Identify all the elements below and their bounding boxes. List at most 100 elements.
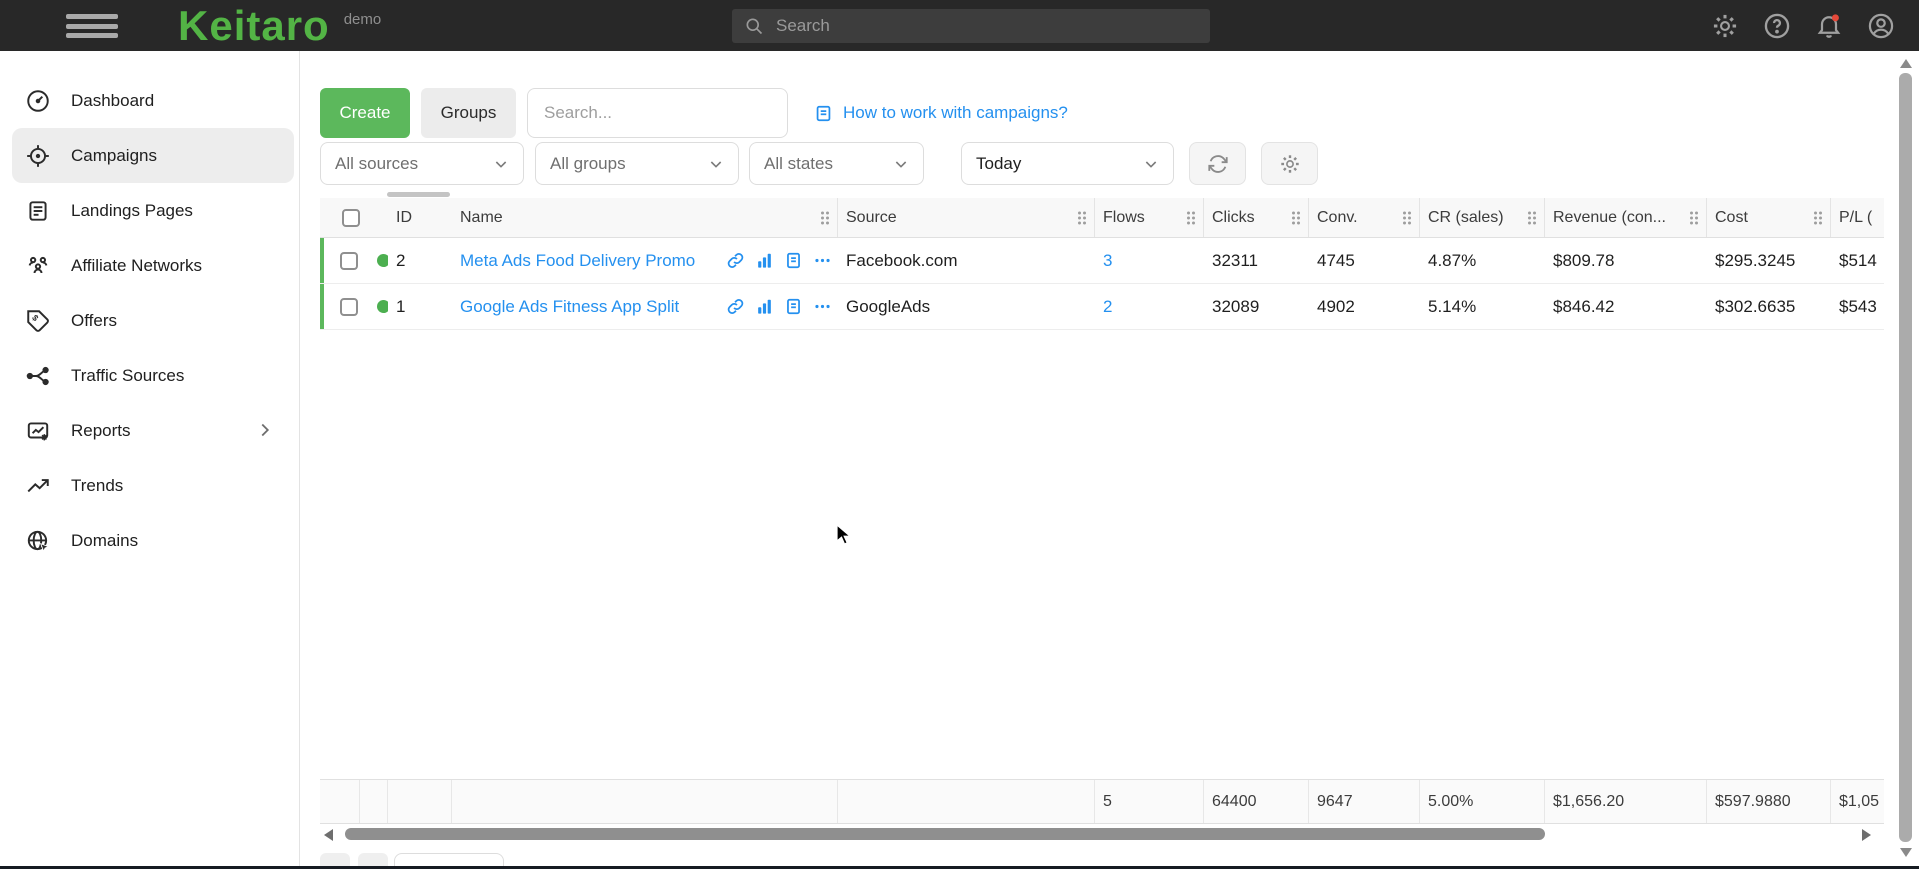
status-column-header: [360, 198, 388, 237]
totals-flows: 5: [1095, 780, 1204, 823]
refresh-button[interactable]: [1189, 142, 1246, 185]
main-content: Create Groups How to work with campaigns…: [300, 51, 1919, 869]
campaign-notes-icon[interactable]: [784, 251, 803, 270]
row-checkbox[interactable]: [340, 252, 358, 270]
scroll-left-arrow[interactable]: [324, 829, 333, 841]
sidebar-label: Offers: [71, 311, 117, 331]
chevron-down-icon: [893, 156, 909, 172]
scroll-down-arrow[interactable]: [1900, 848, 1912, 857]
keitaro-app: Keitaro demo Search Das: [0, 0, 1919, 869]
sidebar-item-trends[interactable]: Trends: [12, 458, 294, 513]
groups-button[interactable]: Groups: [421, 88, 516, 138]
sidebar-item-dashboard[interactable]: Dashboard: [12, 73, 294, 128]
select-all-checkbox[interactable]: [342, 209, 360, 227]
col-header-flows[interactable]: Flows: [1095, 198, 1204, 237]
col-header-cost[interactable]: Cost: [1707, 198, 1831, 237]
create-button[interactable]: Create: [320, 88, 410, 138]
column-drag-handle-icon[interactable]: [1401, 210, 1413, 226]
revenue-value: $846.42: [1545, 297, 1707, 317]
sidebar-label: Affiliate Networks: [71, 256, 202, 276]
horizontal-scrollbar-thumb[interactable]: [345, 828, 1545, 840]
clicks-value: 32089: [1204, 297, 1309, 317]
col-header-id[interactable]: ID: [388, 198, 452, 237]
row-checkbox[interactable]: [340, 298, 358, 316]
hamburger-menu-icon[interactable]: [66, 14, 118, 38]
vertical-scrollbar-thumb[interactable]: [1899, 73, 1912, 842]
totals-revenue: $1,656.20: [1545, 780, 1707, 823]
col-header-pl[interactable]: P/L (: [1831, 198, 1884, 237]
col-header-cr-sales[interactable]: CR (sales): [1420, 198, 1545, 237]
flows-count-link[interactable]: 3: [1103, 251, 1112, 270]
revenue-value: $809.78: [1545, 251, 1707, 271]
scroll-up-arrow[interactable]: [1900, 59, 1912, 68]
campaign-link-icon[interactable]: [726, 251, 745, 270]
global-search-placeholder: Search: [776, 16, 830, 36]
row-more-actions-icon[interactable]: [813, 297, 832, 316]
column-drag-handle-icon[interactable]: [1185, 210, 1197, 226]
sidebar-item-traffic-sources[interactable]: Traffic Sources: [12, 348, 294, 403]
campaigns-target-icon: [25, 143, 51, 169]
col-header-name[interactable]: Name: [452, 198, 838, 237]
col-header-conv[interactable]: Conv.: [1309, 198, 1420, 237]
account-avatar-icon[interactable]: [1867, 12, 1895, 40]
sidebar: Dashboard Campaigns Landings Pages Affil…: [0, 51, 300, 869]
column-drag-handle-icon[interactable]: [1526, 210, 1538, 226]
traffic-sources-icon: [25, 363, 51, 389]
col-header-clicks[interactable]: Clicks: [1204, 198, 1309, 237]
row-more-actions-icon[interactable]: [813, 251, 832, 270]
campaign-stats-icon[interactable]: [755, 251, 774, 270]
scroll-right-arrow[interactable]: [1862, 829, 1871, 841]
filterbar: All sources All groups All states Today: [320, 142, 1919, 185]
flows-count-link[interactable]: 2: [1103, 297, 1112, 316]
table-settings-button[interactable]: [1261, 142, 1318, 185]
sidebar-label: Traffic Sources: [71, 366, 184, 386]
totals-cost: $597.9880: [1707, 780, 1831, 823]
col-header-source[interactable]: Source: [838, 198, 1095, 237]
campaign-link-icon[interactable]: [726, 297, 745, 316]
filter-sources-select[interactable]: All sources: [320, 142, 524, 185]
campaign-search-input[interactable]: [527, 88, 788, 138]
offers-tag-icon: $: [25, 308, 51, 334]
sidebar-item-offers[interactable]: $ Offers: [12, 293, 294, 348]
campaign-notes-icon[interactable]: [784, 297, 803, 316]
refresh-icon: [1207, 153, 1229, 175]
campaign-stats-icon[interactable]: [755, 297, 774, 316]
cr-value: 5.14%: [1420, 297, 1545, 317]
pl-value: $514: [1831, 251, 1884, 271]
table-top-scrollbar-thumb[interactable]: [387, 192, 450, 197]
column-drag-handle-icon[interactable]: [1076, 210, 1088, 226]
help-icon[interactable]: [1763, 12, 1791, 40]
sidebar-label: Reports: [71, 421, 131, 441]
domains-globe-icon: [25, 528, 51, 554]
filter-groups-select[interactable]: All groups: [535, 142, 739, 185]
campaign-name-link[interactable]: Meta Ads Food Delivery Promo: [460, 251, 695, 271]
chevron-down-icon: [708, 156, 724, 172]
chevron-down-icon: [493, 156, 509, 172]
column-drag-handle-icon[interactable]: [819, 210, 831, 226]
totals-conversions: 9647: [1309, 780, 1420, 823]
sidebar-item-reports[interactable]: Reports: [12, 403, 294, 458]
totals-cr: 5.00%: [1420, 780, 1545, 823]
status-active-dot: [377, 254, 388, 267]
trends-icon: [25, 473, 51, 499]
sidebar-item-landings-pages[interactable]: Landings Pages: [12, 183, 294, 238]
table-row: 1 Google Ads Fitness App Split GoogleAds…: [320, 284, 1884, 330]
col-header-revenue[interactable]: Revenue (con...: [1545, 198, 1707, 237]
help-link[interactable]: How to work with campaigns?: [814, 103, 1068, 123]
column-drag-handle-icon[interactable]: [1812, 210, 1824, 226]
settings-gear-icon[interactable]: [1711, 12, 1739, 40]
column-drag-handle-icon[interactable]: [1290, 210, 1302, 226]
campaign-name-link[interactable]: Google Ads Fitness App Split: [460, 297, 679, 317]
table-empty-area: [320, 330, 1884, 779]
notifications-bell-icon[interactable]: [1815, 12, 1843, 40]
filter-date-range-select[interactable]: Today: [961, 142, 1174, 185]
svg-text:$: $: [30, 312, 41, 323]
global-search-input[interactable]: Search: [732, 9, 1210, 43]
sidebar-item-campaigns[interactable]: Campaigns: [12, 128, 294, 183]
sidebar-item-affiliate-networks[interactable]: Affiliate Networks: [12, 238, 294, 293]
topbar-actions: [1711, 0, 1895, 51]
filter-states-select[interactable]: All states: [749, 142, 924, 185]
sidebar-item-domains[interactable]: Domains: [12, 513, 294, 568]
column-drag-handle-icon[interactable]: [1688, 210, 1700, 226]
clicks-value: 32311: [1204, 251, 1309, 271]
